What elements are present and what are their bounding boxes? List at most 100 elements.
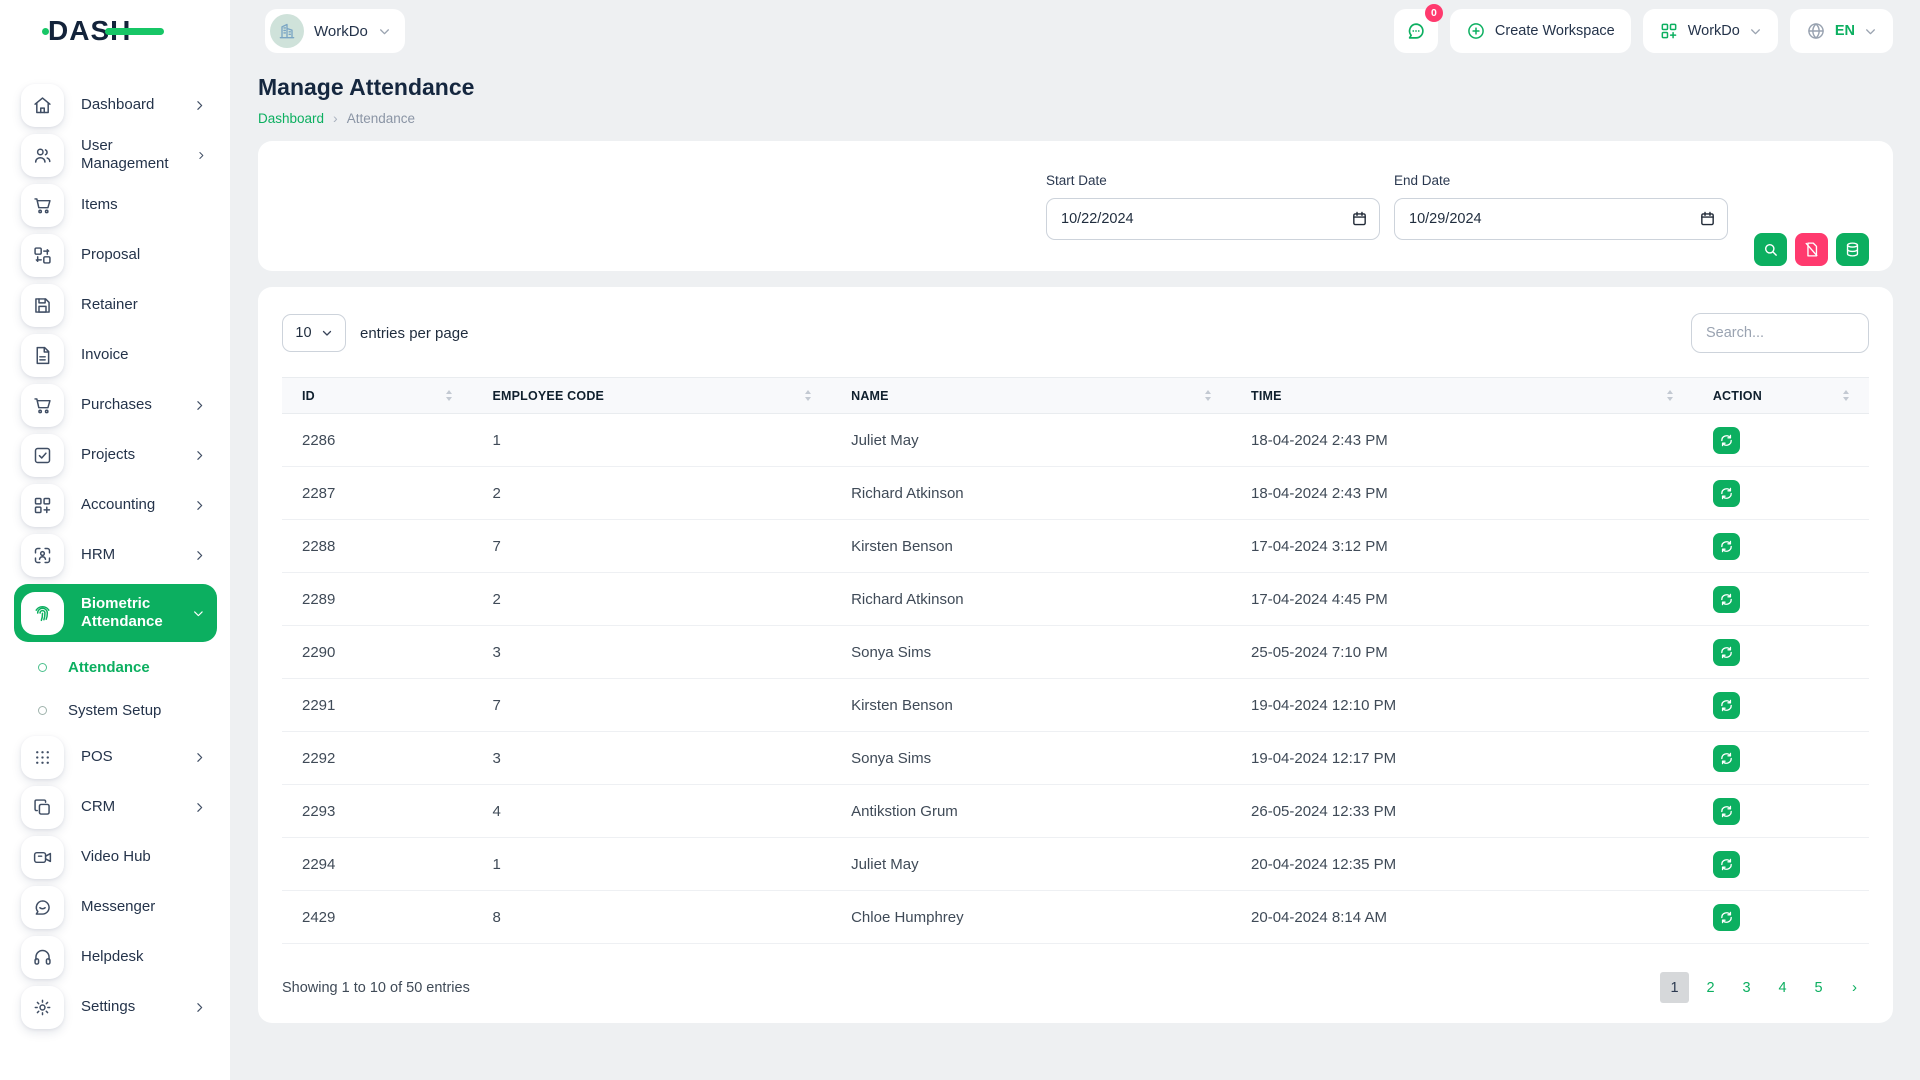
column-header-action[interactable]: ACTION [1693,378,1869,414]
refresh-icon [1719,486,1734,501]
grid-plus-icon [1659,21,1679,41]
workspace-menu-button[interactable]: WorkDo [1643,9,1778,53]
sidebar-item-label: Dashboard [81,96,154,114]
attendance-table: ID EMPLOYEE CODE NAME TIME ACTION 2286 1… [282,377,1869,944]
breadcrumb-dashboard-link[interactable]: Dashboard [258,111,324,126]
cell-time: 20-04-2024 12:35 PM [1231,838,1693,891]
cell-time: 18-04-2024 2:43 PM [1231,467,1693,520]
page-5-button[interactable]: 5 [1804,972,1833,1003]
app-logo[interactable]: DAS H [0,0,230,62]
column-header-employee-code[interactable]: EMPLOYEE CODE [472,378,831,414]
cell-time: 18-04-2024 2:43 PM [1231,414,1693,467]
column-header-id[interactable]: ID [282,378,472,414]
next-page-button[interactable]: › [1840,972,1869,1003]
sidebar-item-dashboard[interactable]: Dashboard [0,80,230,130]
sidebar-subitem-attendance[interactable]: Attendance [0,646,230,689]
chevron-right-icon [193,801,206,814]
sidebar-item-accounting[interactable]: Accounting [0,480,230,530]
calendar-icon[interactable] [1699,210,1716,227]
cell-action [1693,679,1869,732]
workspace-switcher[interactable]: WorkDo [265,9,405,53]
sync-attendance-button[interactable] [1713,692,1740,719]
app-root: DAS H Dashboard User Management Items Pr… [0,0,1920,1023]
message-icon [21,886,64,929]
table-search-input[interactable] [1691,313,1869,353]
fingerprint-icon [21,592,64,635]
messages-button[interactable]: 0 [1394,9,1438,53]
globe-icon [1806,21,1826,41]
sidebar-item-pos[interactable]: POS [0,732,230,782]
sync-attendance-button[interactable] [1713,427,1740,454]
language-label: EN [1835,23,1855,39]
end-date-field: End Date [1394,173,1728,240]
scan-person-icon [21,534,64,577]
dots-grid-icon [21,736,64,779]
sidebar-item-settings[interactable]: Settings [0,982,230,1032]
cell-action [1693,838,1869,891]
sidebar-item-hrm[interactable]: HRM [0,530,230,580]
search-icon [1762,241,1779,258]
chevron-right-icon [196,149,206,162]
reset-filter-button[interactable] [1795,233,1828,266]
create-workspace-button[interactable]: Create Workspace [1450,9,1631,53]
page-title: Manage Attendance [258,74,1893,101]
sort-icon [1843,390,1849,401]
sync-attendance-button[interactable] [1713,851,1740,878]
column-label: ACTION [1713,389,1762,403]
sidebar: DAS H Dashboard User Management Items Pr… [0,0,230,1080]
sidebar-item-messenger[interactable]: Messenger [0,882,230,932]
sidebar-item-projects[interactable]: Projects [0,430,230,480]
sidebar-item-crm[interactable]: CRM [0,782,230,832]
sidebar-item-biometric-attendance[interactable]: Biometric Attendance [14,584,217,642]
cell-id: 2288 [282,520,472,573]
entries-per-page-select[interactable]: 10 [282,314,346,352]
sync-attendance-button[interactable] [1713,639,1740,666]
page-1-button[interactable]: 1 [1660,972,1689,1003]
page-2-button[interactable]: 2 [1696,972,1725,1003]
search-button[interactable] [1754,233,1787,266]
sync-attendance-button[interactable] [1713,480,1740,507]
sidebar-item-label: Projects [81,446,135,464]
check-square-icon [21,434,64,477]
sync-attendance-button[interactable] [1713,904,1740,931]
sidebar-item-invoice[interactable]: Invoice [0,330,230,380]
sidebar-item-label: User Management [81,137,179,173]
sort-icon [805,390,811,401]
sync-attendance-button[interactable] [1713,586,1740,613]
column-header-name[interactable]: NAME [831,378,1231,414]
calendar-icon[interactable] [1351,210,1368,227]
sidebar-item-proposal[interactable]: Proposal [0,230,230,280]
cell-action [1693,520,1869,573]
column-label: ID [302,389,315,403]
entries-per-page-label: entries per page [360,325,468,342]
page-4-button[interactable]: 4 [1768,972,1797,1003]
page-3-button[interactable]: 3 [1732,972,1761,1003]
table-row: 2291 7 Kirsten Benson 19-04-2024 12:10 P… [282,679,1869,732]
end-date-input[interactable] [1394,198,1728,240]
breadcrumb: Dashboard › Attendance [258,110,1893,126]
sidebar-item-user-management[interactable]: User Management [0,130,230,180]
cell-name: Richard Atkinson [831,467,1231,520]
breadcrumb-separator-icon: › [333,110,338,126]
sync-attendance-button[interactable] [1713,745,1740,772]
sidebar-subitem-system-setup[interactable]: System Setup [0,689,230,732]
sidebar-item-label: CRM [81,798,115,816]
sidebar-item-retainer[interactable]: Retainer [0,280,230,330]
sync-attendance-button[interactable] [1713,533,1740,560]
cell-employee-code: 1 [472,414,831,467]
sync-attendance-button[interactable] [1713,798,1740,825]
sidebar-item-purchases[interactable]: Purchases [0,380,230,430]
cell-action [1693,785,1869,838]
column-label: NAME [851,389,889,403]
page-head: Manage Attendance Dashboard › Attendance [230,62,1920,126]
sidebar-item-helpdesk[interactable]: Helpdesk [0,932,230,982]
cell-time: 25-05-2024 7:10 PM [1231,626,1693,679]
create-workspace-label: Create Workspace [1495,23,1615,39]
sidebar-item-items[interactable]: Items [0,180,230,230]
sync-data-button[interactable] [1836,233,1869,266]
sidebar-item-video-hub[interactable]: Video Hub [0,832,230,882]
start-date-input[interactable] [1046,198,1380,240]
chevron-down-icon [321,327,333,339]
column-header-time[interactable]: TIME [1231,378,1693,414]
language-selector[interactable]: EN [1790,9,1893,53]
